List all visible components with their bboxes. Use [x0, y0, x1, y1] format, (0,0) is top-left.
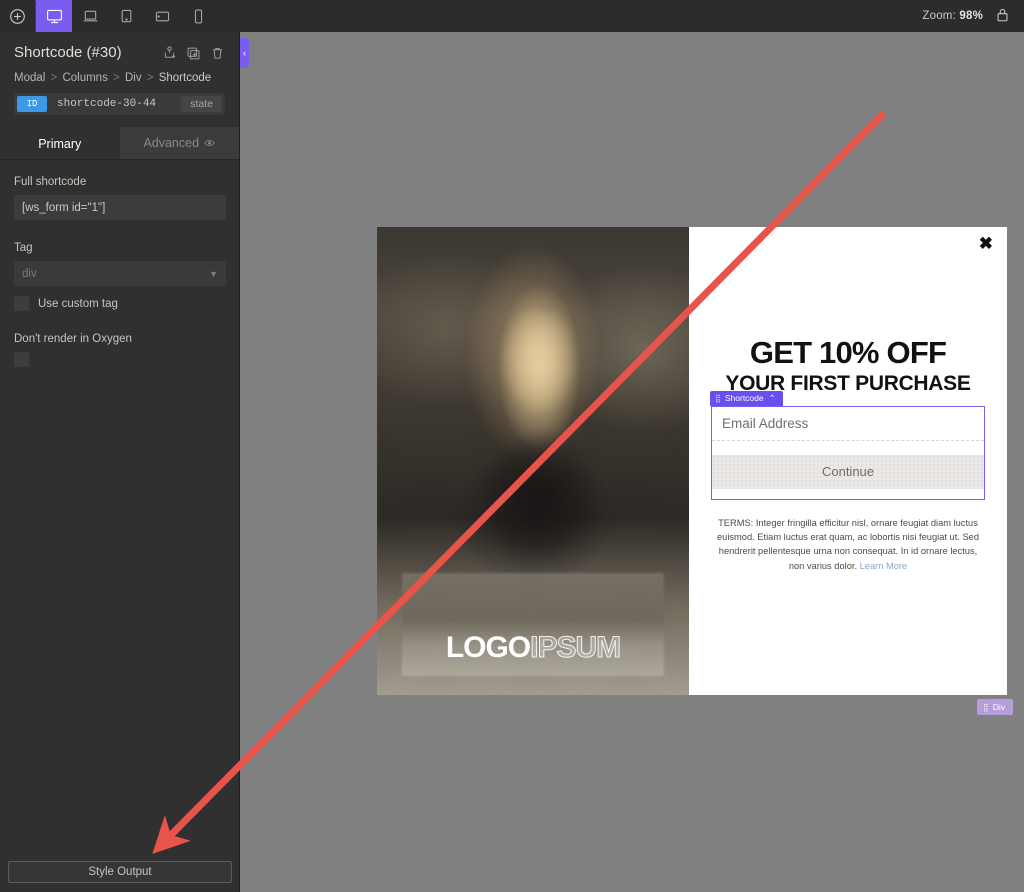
device-desktop-icon[interactable] — [36, 0, 72, 32]
device-laptop-icon[interactable] — [72, 0, 108, 32]
breadcrumb-separator: > — [113, 72, 120, 84]
device-tablet-portrait-icon[interactable] — [108, 0, 144, 32]
tab-advanced-label: Advanced — [143, 136, 200, 150]
use-custom-tag-row[interactable]: Use custom tag — [14, 296, 225, 311]
panel-header: Shortcode (#30) Modal > Columns > Div > … — [0, 32, 239, 84]
breadcrumb-item-div[interactable]: Div — [125, 72, 142, 84]
continue-button-label: Continue — [821, 464, 875, 480]
device-breakpoint-group — [0, 0, 216, 32]
div-selection-tag[interactable]: ⣿ Div — [976, 699, 1013, 715]
modal-content-column: ✖ GET 10% OFF YOUR FIRST PURCHASE ⣿ Shor… — [689, 227, 1013, 715]
breadcrumb-item-shortcode[interactable]: Shortcode — [159, 72, 211, 84]
use-custom-tag-checkbox[interactable] — [14, 296, 29, 311]
logo-part-two: IPSUM — [530, 631, 622, 665]
device-phone-icon[interactable] — [180, 0, 216, 32]
chevron-up-icon[interactable]: ⌃ — [769, 393, 776, 404]
tag-label: Tag — [14, 242, 33, 254]
form-gap — [712, 440, 984, 455]
device-tablet-landscape-icon[interactable] — [144, 0, 180, 32]
modal-preview: LOGOIPSUM ✖ GET 10% OFF YOUR FIRST PURCH… — [377, 227, 1013, 715]
panel-tabs: Primary Advanced — [0, 127, 239, 160]
reparent-node-icon[interactable] — [162, 46, 177, 66]
logo-part-one: LOGO — [445, 631, 531, 664]
element-id-name: shortcode-30-44 — [57, 98, 157, 110]
breadcrumb-item-modal[interactable]: Modal — [14, 72, 45, 84]
tab-advanced[interactable]: Advanced — [119, 127, 239, 159]
dont-render-checkbox[interactable] — [14, 352, 29, 367]
shortcode-selection-wrap: ⣿ Shortcode ⌃ Email Address Continue — [710, 390, 985, 500]
breadcrumb: Modal > Columns > Div > Shortcode — [14, 72, 225, 84]
state-button[interactable]: state — [181, 96, 222, 112]
breadcrumb-separator: > — [146, 72, 154, 84]
logo: LOGOIPSUM — [377, 631, 689, 665]
full-shortcode-label: Full shortcode — [14, 176, 87, 188]
terms-body: TERMS: Integer fringilla efficitur nisl,… — [717, 517, 979, 571]
eye-icon — [204, 136, 215, 150]
design-canvas[interactable]: LOGOIPSUM ✖ GET 10% OFF YOUR FIRST PURCH… — [241, 32, 1024, 892]
style-output-button[interactable]: Style Output — [8, 861, 232, 883]
form-tail — [712, 488, 984, 499]
shortcode-selection-tag[interactable]: ⣿ Shortcode ⌃ — [710, 390, 783, 406]
panel-body: Full shortcode Tag ▼ Use custom tag Don'… — [0, 160, 239, 861]
learn-more-link[interactable]: Learn More — [860, 561, 908, 571]
id-badge[interactable]: ID — [17, 96, 47, 112]
zoom-label-text: Zoom: — [922, 10, 960, 22]
duplicate-icon[interactable] — [186, 46, 201, 66]
terms-text: TERMS: Integer fringilla efficitur nisl,… — [711, 516, 985, 574]
modal-image-column: LOGOIPSUM — [377, 227, 689, 695]
drag-grip-icon: ⣿ — [982, 702, 989, 712]
shortcode-tag-label: Shortcode — [724, 393, 764, 404]
drag-grip-icon: ⣿ — [715, 393, 721, 403]
modal-heading-block: GET 10% OFF YOUR FIRST PURCHASE — [711, 227, 985, 396]
delete-icon[interactable] — [210, 46, 225, 66]
div-tag-label: Div — [992, 702, 1005, 712]
breadcrumb-item-columns[interactable]: Columns — [62, 72, 107, 84]
tag-select[interactable] — [14, 261, 226, 286]
panel-footer: Style Output — [0, 861, 239, 892]
page-title: Shortcode (#30) — [14, 44, 122, 61]
email-input[interactable]: Email Address — [712, 406, 984, 441]
zoom-indicator[interactable]: Zoom: 98% — [922, 10, 983, 22]
oxygen-builder-screen: Zoom: 98% Shortcode (#30) Modal > Column… — [0, 0, 1024, 892]
continue-button[interactable]: Continue — [712, 454, 984, 489]
dont-render-row[interactable] — [14, 352, 225, 367]
close-icon[interactable]: ✖ — [979, 235, 993, 252]
add-breakpoint-icon[interactable] — [0, 0, 36, 32]
tab-primary-label: Primary — [38, 137, 82, 151]
panel-header-actions — [162, 44, 225, 66]
breadcrumb-separator: > — [50, 72, 58, 84]
dont-render-label: Don't render in Oxygen — [14, 333, 132, 345]
shortcode-selection-outline[interactable]: Email Address Continue — [711, 405, 985, 500]
tab-primary[interactable]: Primary — [0, 127, 120, 159]
zoom-value: 98% — [959, 10, 983, 22]
element-id-row: ID shortcode-30-44 state — [14, 93, 225, 115]
heading-main: GET 10% OFF — [749, 335, 947, 370]
lock-icon[interactable] — [995, 7, 1010, 26]
hero-photo-grain — [377, 227, 689, 695]
top-toolbar: Zoom: 98% — [0, 0, 1024, 32]
full-shortcode-input[interactable] — [14, 195, 226, 220]
email-input-placeholder: Email Address — [722, 415, 809, 431]
topbar-right-group: Zoom: 98% — [922, 7, 1024, 26]
use-custom-tag-label: Use custom tag — [38, 297, 118, 310]
panel-collapse-handle[interactable]: ‹ — [240, 38, 249, 68]
properties-panel: Shortcode (#30) Modal > Columns > Div > … — [0, 32, 240, 892]
